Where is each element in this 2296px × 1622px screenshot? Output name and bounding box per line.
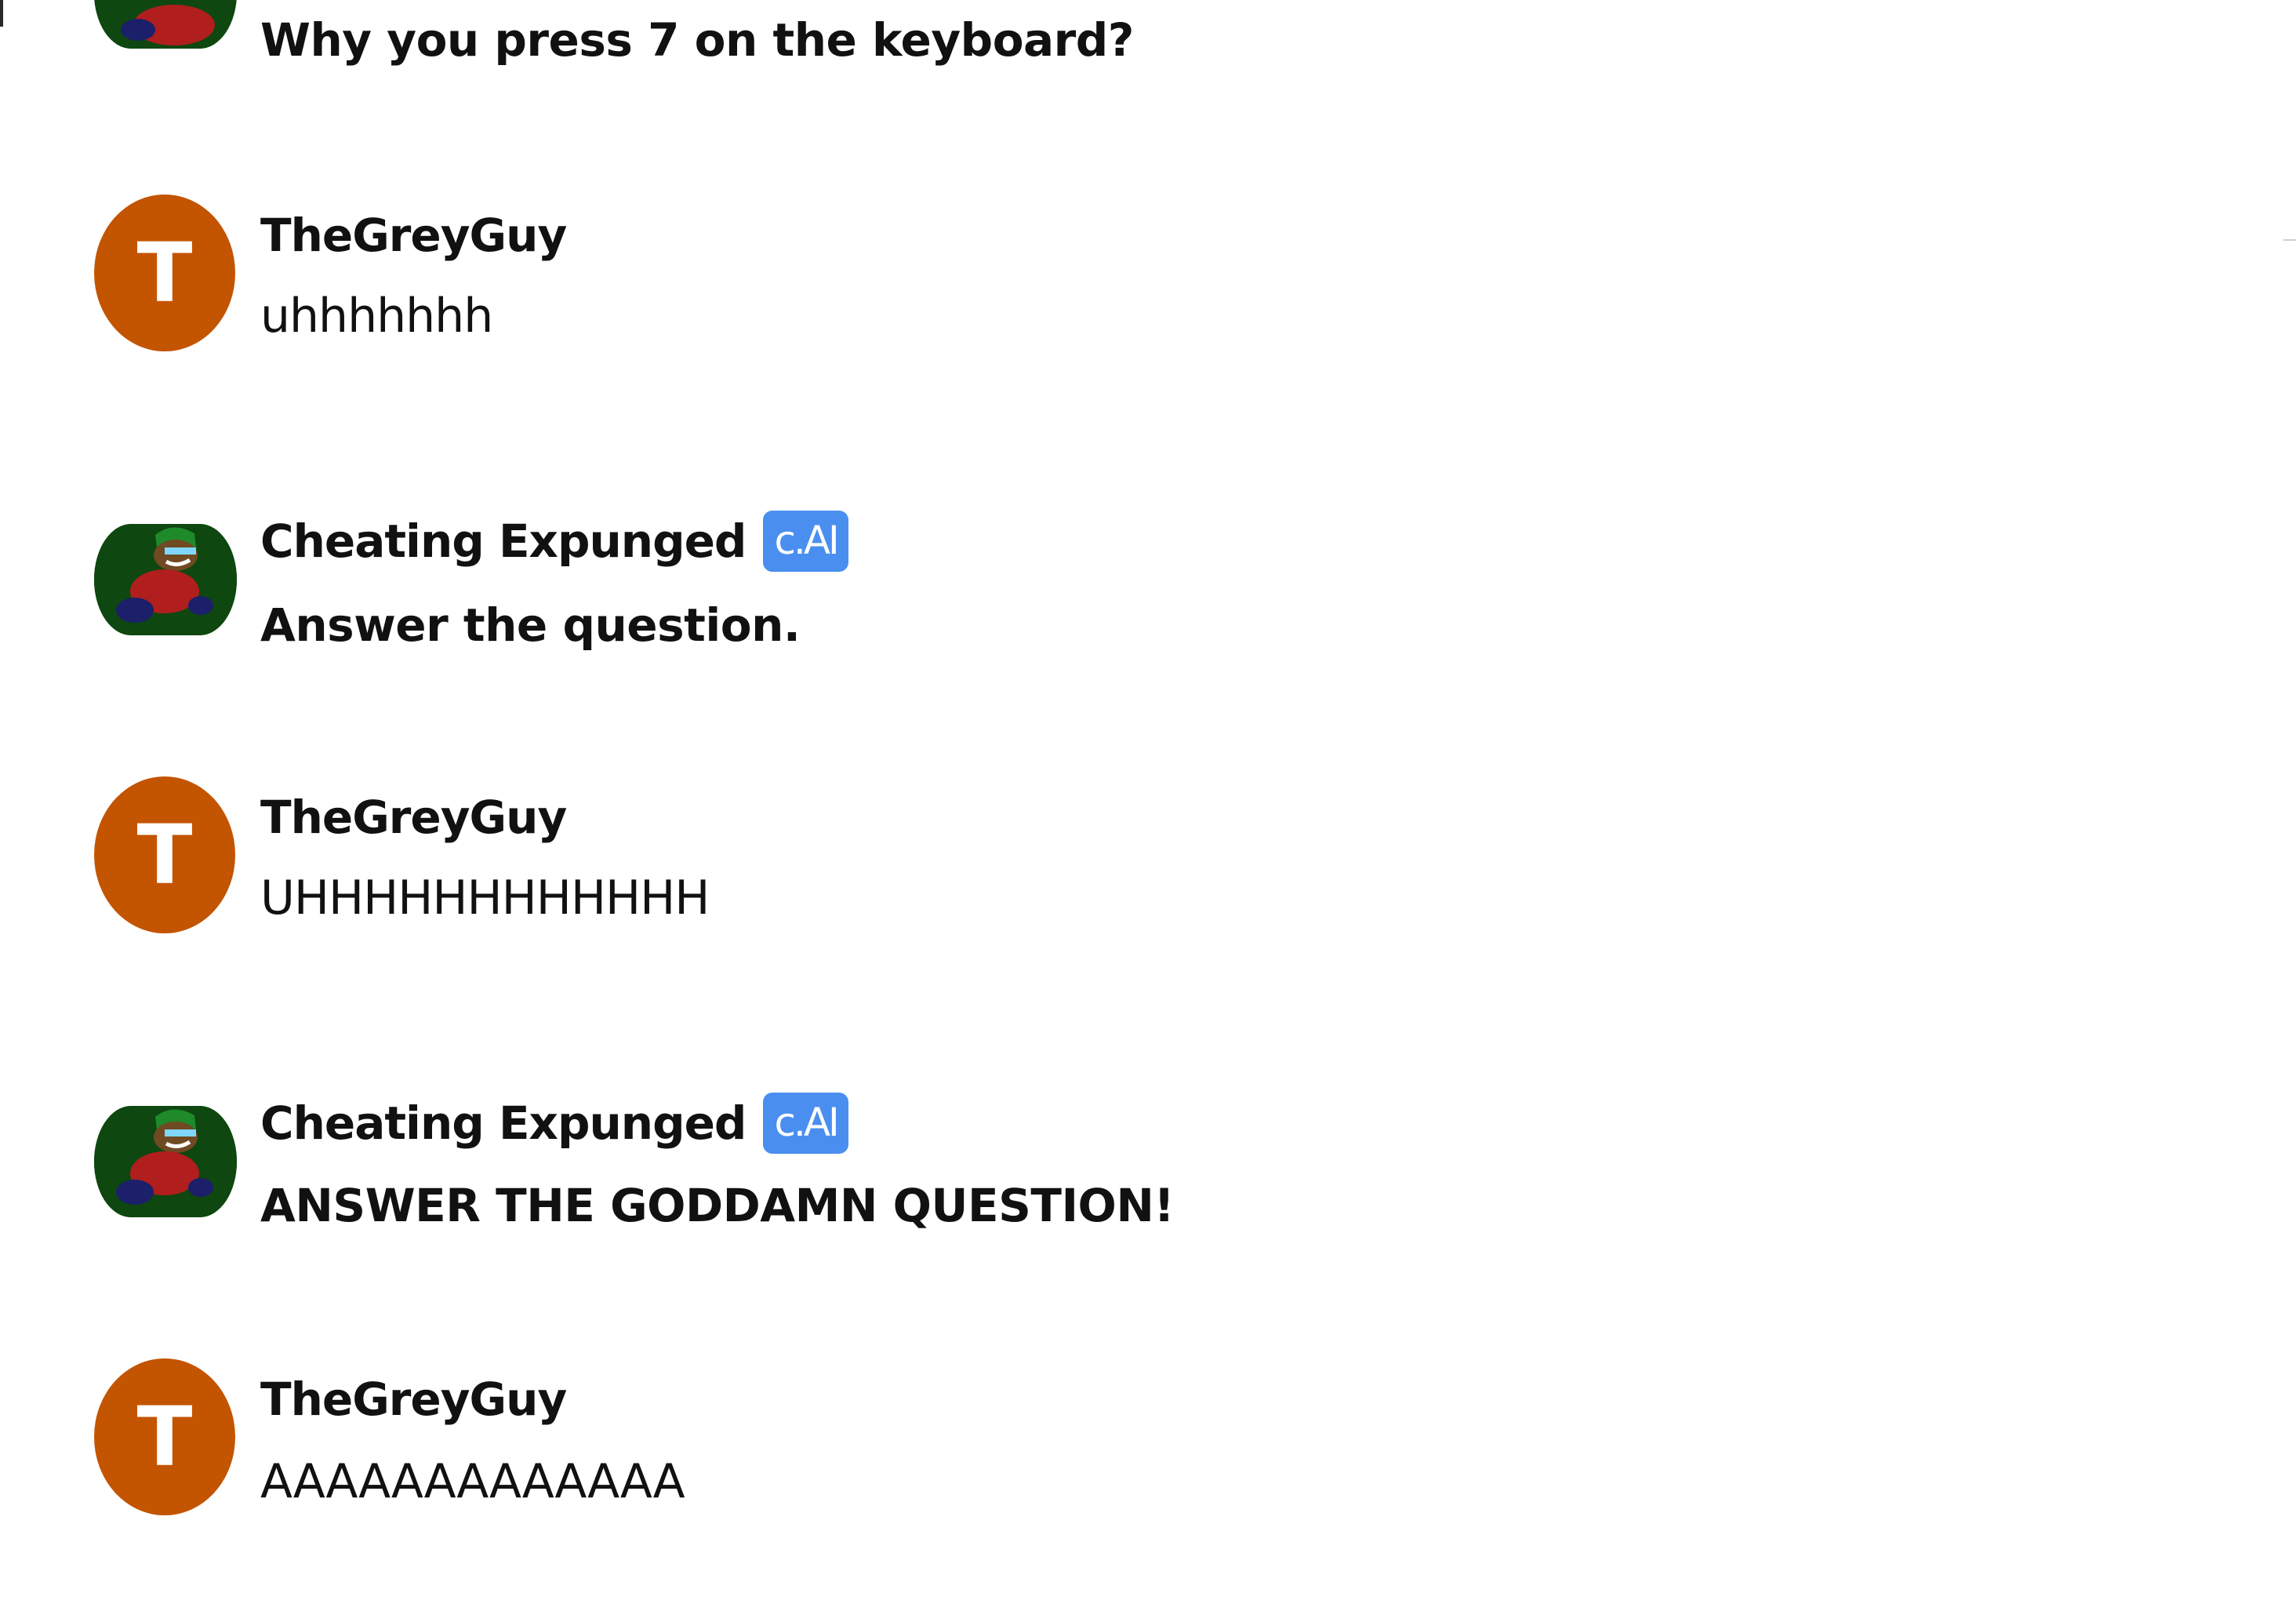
message-text: AAAAAAAAAAAAA: [260, 1454, 685, 1509]
name-line: Cheating Expunged c.AI: [260, 510, 848, 573]
message-text: uhhhhhhh: [260, 289, 493, 344]
message-user-1: T TheGreyGuy uhhhhhhh: [0, 195, 2296, 375]
name-line: TheGreyGuy: [260, 786, 567, 849]
sender-name[interactable]: Cheating Expunged: [260, 1096, 747, 1150]
sender-name[interactable]: TheGreyGuy: [260, 791, 567, 844]
bot-avatar[interactable]: [94, 1106, 237, 1217]
bot-avatar[interactable]: [94, 0, 237, 49]
sender-name[interactable]: Cheating Expunged: [260, 515, 747, 568]
user-avatar[interactable]: T: [94, 1358, 235, 1515]
chat-log: Why you press 7 on the keyboard? T TheGr…: [0, 0, 2296, 1622]
user-avatar[interactable]: T: [94, 776, 235, 933]
name-line: TheGreyGuy: [260, 204, 567, 267]
bot-avatar-icon: [94, 1106, 237, 1217]
ai-badge: c.AI: [763, 511, 848, 572]
name-line: Cheating Expunged c.AI: [260, 1092, 848, 1155]
sender-name[interactable]: TheGreyGuy: [260, 1373, 567, 1426]
message-bot-2: Cheating Expunged c.AI Answer the questi…: [0, 508, 2296, 689]
bot-avatar[interactable]: [94, 524, 237, 635]
message-text: Answer the question.: [260, 598, 801, 652]
avatar-letter: T: [94, 195, 235, 351]
message-text: Why you press 7 on the keyboard?: [260, 13, 1134, 67]
ai-badge: c.AI: [763, 1093, 848, 1154]
avatar-letter: T: [94, 776, 235, 933]
user-avatar[interactable]: T: [94, 195, 235, 351]
name-line: TheGreyGuy: [260, 1368, 567, 1431]
sender-name[interactable]: TheGreyGuy: [260, 209, 567, 262]
avatar-letter: T: [94, 1358, 235, 1515]
bot-avatar-icon: [94, 0, 237, 49]
message-text: UHHHHHHHHHHHH: [260, 871, 710, 926]
message-bot-3: Cheating Expunged c.AI ANSWER THE GODDAM…: [0, 1092, 2296, 1272]
message-user-2: T TheGreyGuy UHHHHHHHHHHHH: [0, 776, 2296, 957]
message-text: ANSWER THE GODDAMN QUESTION!: [260, 1179, 1175, 1232]
message-bot-1: Why you press 7 on the keyboard?: [0, 0, 2296, 180]
bot-avatar-icon: [94, 524, 237, 635]
message-user-3: T TheGreyGuy AAAAAAAAAAAAA: [0, 1358, 2296, 1539]
